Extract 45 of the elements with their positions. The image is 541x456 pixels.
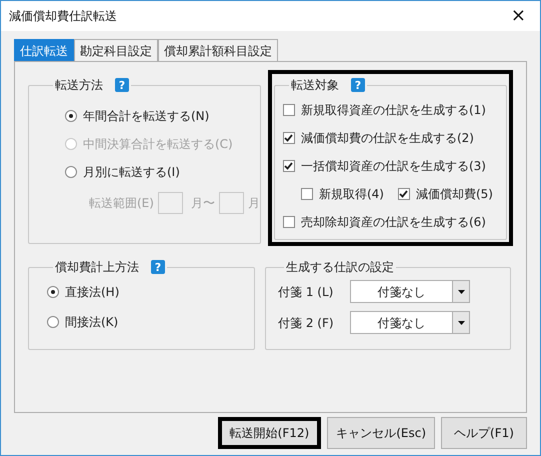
help-icon[interactable]: ?: [151, 260, 165, 274]
checkbox-label: 新規取得(4): [318, 186, 384, 203]
tab[interactable]: 仕訳転送: [14, 39, 74, 61]
radio-label: 間接法(K): [65, 314, 118, 331]
radio-label: 中間決算合計を転送する(C): [83, 136, 233, 153]
unit-label: 月〜: [190, 195, 215, 212]
unit-label: 月: [248, 195, 260, 212]
help-icon[interactable]: ?: [115, 78, 129, 92]
radio-label: 直接法(H): [65, 284, 120, 301]
radio-label: 年間合計を転送する(N): [83, 108, 210, 125]
radio-button[interactable]: [65, 110, 77, 122]
group-title: 生成する仕訳の設定: [286, 259, 394, 276]
radio-button[interactable]: [47, 316, 59, 328]
radio-button[interactable]: [65, 166, 77, 178]
close-button[interactable]: ×: [506, 7, 530, 25]
checkbox[interactable]: [398, 188, 410, 200]
checkbox-label: 売却除却資産の仕訳を生成する(6): [300, 214, 486, 231]
tab[interactable]: 勘定科目設定: [74, 39, 158, 61]
checkbox[interactable]: [282, 132, 295, 144]
dialog-button[interactable]: ヘルプ(F1): [441, 417, 527, 449]
group-title: 転送対象: [290, 77, 339, 94]
checkbox[interactable]: [282, 160, 295, 172]
window-title: 減価償却費仕訳転送: [9, 8, 117, 25]
field-label: 付箋 1 (L): [278, 284, 334, 300]
checkbox[interactable]: [300, 188, 313, 200]
dialog-button[interactable]: 転送開始(F12): [218, 417, 322, 449]
checkbox[interactable]: [282, 216, 295, 228]
checkbox-label: 減価償却費の仕訳を生成する(2): [300, 130, 474, 147]
help-icon[interactable]: ?: [350, 78, 365, 92]
checkbox-label: 新規取得資産の仕訳を生成する(1): [300, 102, 486, 119]
checkbox-label: 減価償却費(5): [416, 186, 493, 203]
range-label: 転送範囲(E): [89, 195, 154, 212]
month-field[interactable]: [158, 192, 183, 214]
dropdown[interactable]: 付箋なし: [350, 311, 470, 334]
dropdown[interactable]: 付箋なし: [350, 280, 470, 303]
radio-button[interactable]: [47, 286, 59, 298]
checkbox-label: 一括償却資産の仕訳を生成する(3): [300, 158, 486, 175]
field-label: 付箋 2 (F): [278, 314, 335, 332]
radio-label: 月別に転送する(I): [83, 164, 180, 181]
group-title: 償却費計上方法: [55, 259, 139, 276]
month-field[interactable]: [218, 192, 244, 214]
dialog-button[interactable]: キャンセル(Esc): [327, 417, 435, 449]
group-title: 転送方法: [55, 77, 103, 94]
checkbox[interactable]: [282, 104, 295, 116]
tab[interactable]: 償却累計額科目設定: [158, 39, 278, 61]
